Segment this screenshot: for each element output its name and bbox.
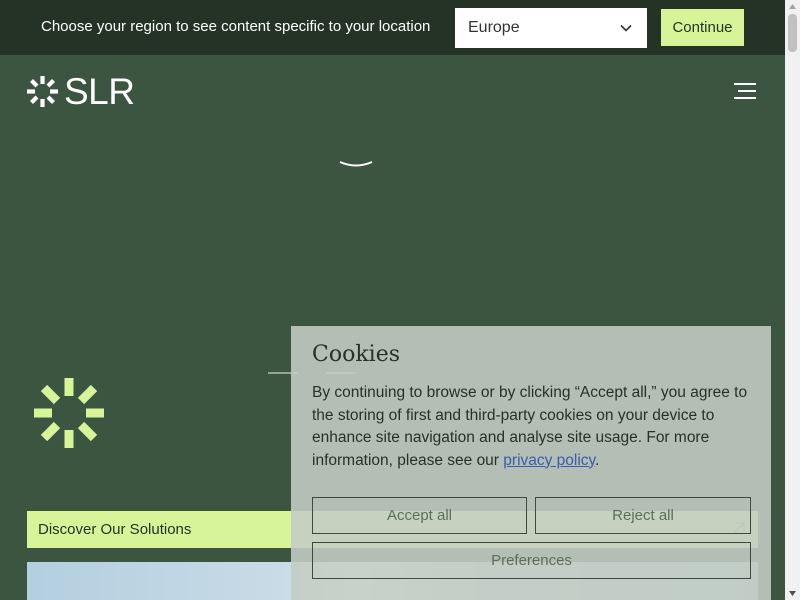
- slr-logo[interactable]: SLR: [26, 71, 142, 112]
- scroll-thumb[interactable]: [788, 14, 797, 52]
- hamburger-icon: [734, 83, 756, 85]
- accept-all-button[interactable]: Accept all: [312, 497, 527, 534]
- starburst-icon: [34, 378, 104, 448]
- chevron-down-icon: [620, 24, 632, 32]
- menu-button[interactable]: [734, 83, 758, 101]
- loading-arc-icon: [339, 161, 373, 167]
- scroll-up-arrow-icon[interactable]: [788, 3, 797, 10]
- region-select[interactable]: Europe: [455, 8, 647, 48]
- cookie-body: By continuing to browse or by clicking “…: [312, 384, 748, 469]
- reject-all-button[interactable]: Reject all: [535, 497, 751, 534]
- region-select-value: Europe: [468, 19, 520, 36]
- scroll-down-arrow-icon[interactable]: [788, 590, 797, 597]
- privacy-policy-link[interactable]: privacy policy: [503, 452, 595, 469]
- starburst-logo-icon: [27, 76, 58, 107]
- region-prompt: Choose your region to see content specif…: [41, 18, 431, 35]
- continue-button[interactable]: Continue: [661, 9, 744, 46]
- preferences-button[interactable]: Preferences: [312, 542, 751, 579]
- cookie-banner: Cookies By continuing to browse or by cl…: [291, 326, 771, 600]
- logo-text: SLR: [64, 71, 135, 112]
- page-scrollbar[interactable]: [785, 0, 800, 600]
- discover-label: Discover Our Solutions: [38, 521, 192, 538]
- cookie-title: Cookies: [312, 342, 400, 367]
- region-bar: Choose your region to see content specif…: [0, 0, 785, 55]
